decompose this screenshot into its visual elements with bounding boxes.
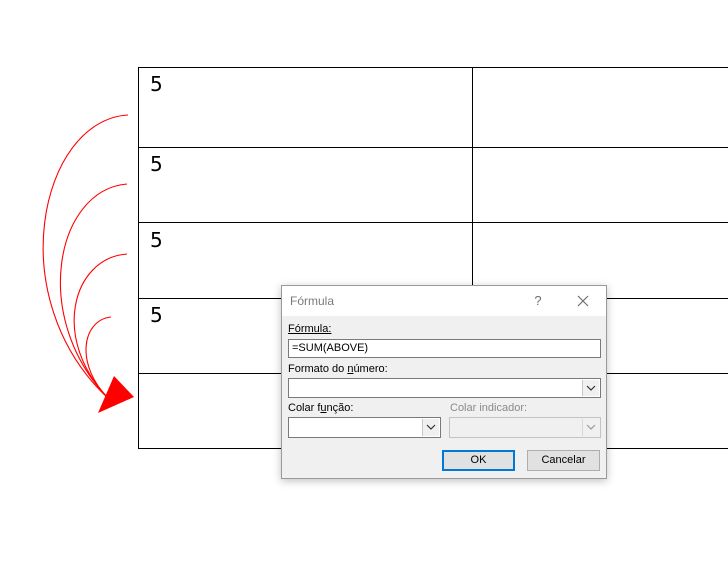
formula-dialog: Fórmula ? Fórmula: =SUM(ABOVE) Formato d… — [281, 285, 607, 479]
chevron-down-icon — [586, 385, 596, 391]
paste-function-dropdown-button[interactable] — [422, 419, 439, 436]
arrow-curve — [73, 253, 128, 401]
arrow-curve — [59, 183, 128, 401]
formula-label: Fórmula: — [288, 323, 332, 335]
paste-bookmark-select — [449, 417, 601, 438]
dialog-title: Fórmula — [290, 294, 335, 308]
dialog-titlebar[interactable]: Fórmula ? — [282, 286, 606, 316]
arrow-curve — [42, 114, 129, 401]
number-format-select[interactable] — [288, 378, 601, 398]
chevron-down-icon — [586, 424, 596, 430]
paste-function-label: Colar função: — [288, 402, 354, 414]
chevron-down-icon — [426, 424, 436, 430]
number-format-label: Formato do número: — [288, 363, 388, 375]
help-button[interactable]: ? — [530, 292, 546, 310]
number-format-dropdown-button[interactable] — [582, 380, 599, 396]
paste-function-select[interactable] — [288, 417, 441, 438]
close-button[interactable] — [574, 292, 592, 310]
paste-bookmark-label: Colar indicador: — [450, 402, 528, 414]
paste-bookmark-dropdown-button — [582, 419, 599, 436]
close-icon — [577, 295, 589, 307]
ok-button[interactable]: OK — [442, 450, 515, 471]
formula-input[interactable]: =SUM(ABOVE) — [288, 339, 601, 358]
cancel-button[interactable]: Cancelar — [527, 450, 600, 471]
